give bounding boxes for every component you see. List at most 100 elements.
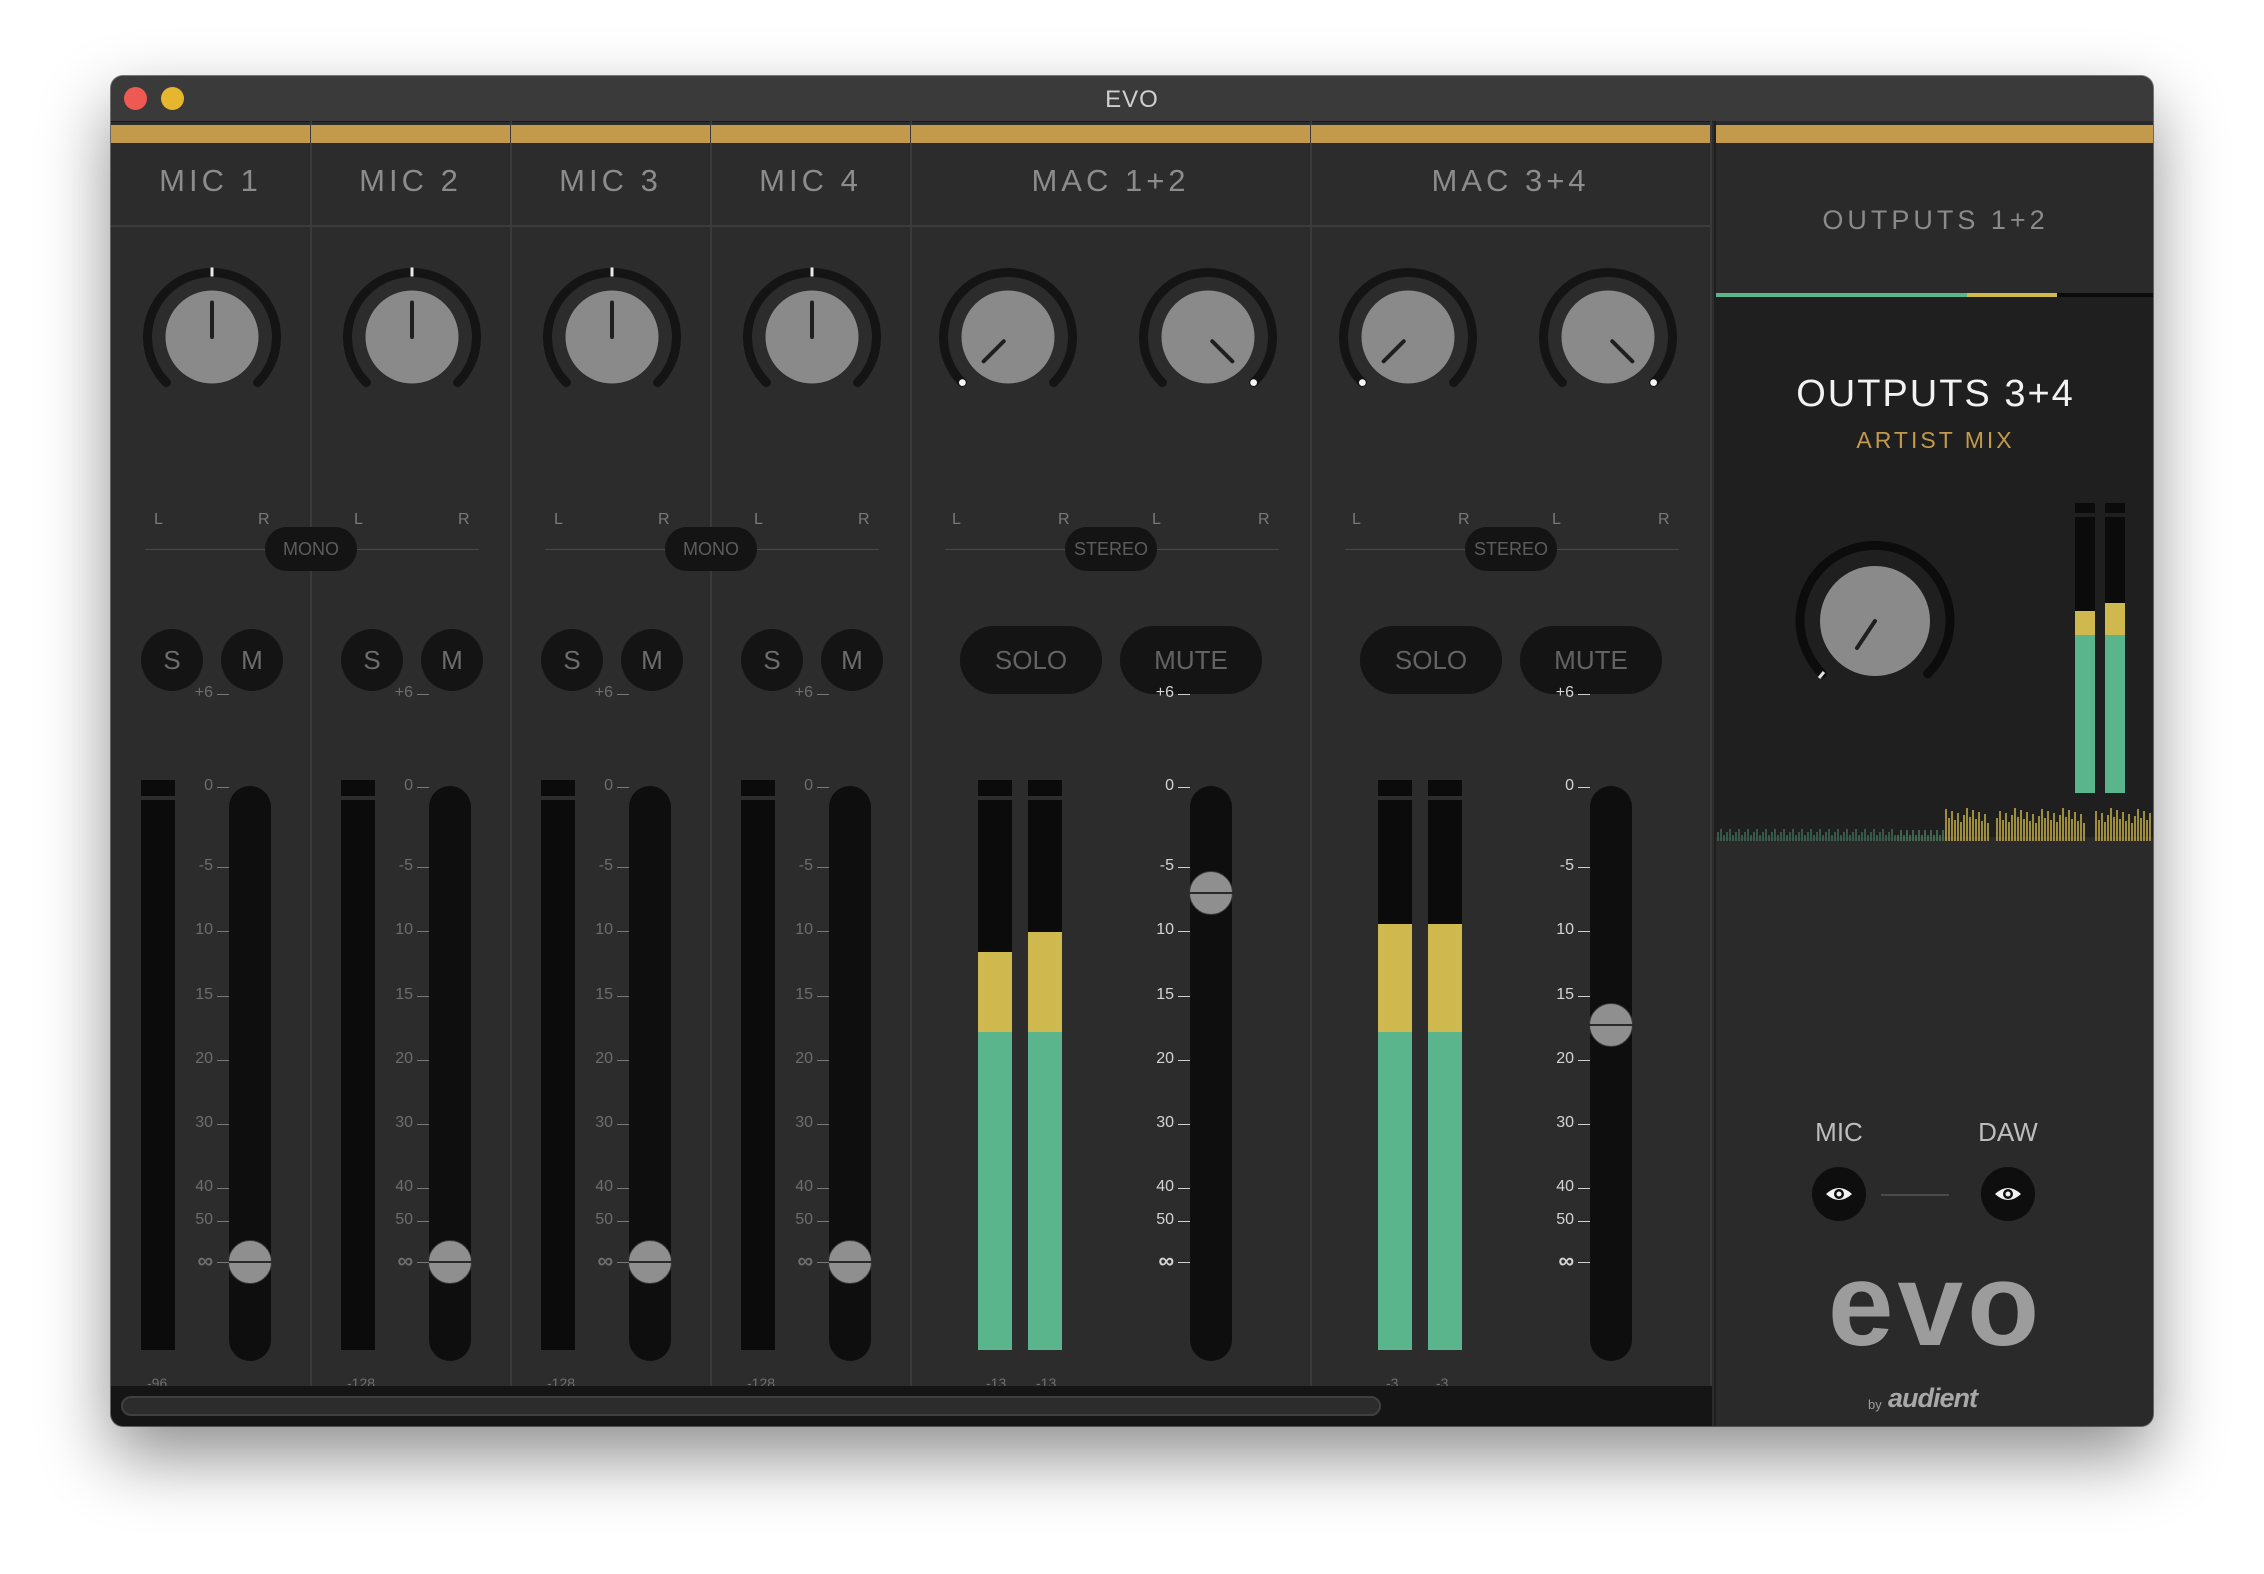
scale-tick-mark bbox=[1578, 1124, 1590, 1125]
scale-tick-label: 40 bbox=[595, 1178, 613, 1195]
mute-button[interactable]: M bbox=[821, 629, 883, 691]
level-meter bbox=[741, 780, 775, 1350]
channel-strip-mic-1: MIC 1 L R S M +6 0 -5 10 15 20 30 40 50 ∞ -96 bbox=[111, 121, 312, 1391]
stereo-link-mac-1-2[interactable]: STEREO bbox=[1065, 527, 1157, 571]
eye-icon bbox=[1826, 1188, 1852, 1200]
meter-green-segment bbox=[978, 1032, 1012, 1350]
pan-knob[interactable] bbox=[737, 262, 887, 412]
evo-window: EVO MIC 1 L R S M +6 0 -5 10 15 20 30 40 50 ∞ -96 MIC 2L… bbox=[111, 76, 2153, 1426]
scale-tick-label: 0 bbox=[204, 777, 213, 794]
level-meter bbox=[341, 780, 375, 1350]
header-divider bbox=[1311, 225, 1710, 227]
scale-tick-mark bbox=[1578, 1188, 1590, 1189]
meter-green-segment bbox=[1428, 1032, 1462, 1350]
pan-right-label: R bbox=[1658, 511, 1670, 528]
mute-button[interactable]: M bbox=[621, 629, 683, 691]
scale-tick-label: 0 bbox=[1165, 777, 1174, 794]
scale-tick-mark bbox=[217, 1124, 229, 1125]
scale-tick-label: -5 bbox=[798, 857, 813, 874]
mono-link-mic-1-2[interactable]: MONO bbox=[265, 527, 357, 571]
solo-button[interactable]: S bbox=[141, 629, 203, 691]
solo-button[interactable]: S bbox=[541, 629, 603, 691]
pan-right-label: R bbox=[858, 511, 870, 528]
channel-strip-mic-3: MIC 3 L R S M +6 0 -5 10 15 20 30 40 50 ∞ -128 bbox=[511, 121, 712, 1391]
fader-handle[interactable] bbox=[1188, 871, 1234, 915]
scale-tick-label: 50 bbox=[395, 1211, 413, 1228]
logo-by-text: by bbox=[1868, 1397, 1882, 1412]
fader-handle[interactable] bbox=[227, 1240, 273, 1284]
scale-tick-mark bbox=[817, 1124, 829, 1125]
mute-button[interactable]: M bbox=[221, 629, 283, 691]
fader-handle[interactable] bbox=[427, 1240, 473, 1284]
scale-tick-mark bbox=[817, 1188, 829, 1189]
pan-knob[interactable] bbox=[537, 262, 687, 412]
channel-accent-bar bbox=[111, 125, 310, 143]
scale-tick-mark bbox=[1178, 867, 1190, 868]
channel-accent-bar bbox=[711, 125, 910, 143]
scale-tick-mark bbox=[1178, 1124, 1190, 1125]
volume-fader[interactable] bbox=[1590, 786, 1632, 1361]
scale-tick-label: 10 bbox=[395, 921, 413, 938]
stereo-link-mac-3-4[interactable]: STEREO bbox=[1465, 527, 1557, 571]
pan-knob[interactable] bbox=[337, 262, 487, 412]
scale-tick-mark bbox=[1578, 931, 1590, 932]
outputs-accent-bar bbox=[1716, 125, 2153, 143]
horizontal-scrollbar[interactable] bbox=[111, 1386, 1712, 1426]
pan-right-knob[interactable] bbox=[1533, 262, 1683, 412]
level-meter bbox=[541, 780, 575, 1350]
meter-peak-cap bbox=[978, 780, 1012, 796]
scale-tick-mark bbox=[817, 931, 829, 932]
scale-tick-label: 50 bbox=[1156, 1211, 1174, 1228]
scale-tick-mark bbox=[1178, 931, 1190, 932]
scale-tick-label: 40 bbox=[1156, 1178, 1174, 1195]
tab-outputs-1-2[interactable]: OUTPUTS 1+2 bbox=[1716, 205, 2153, 236]
output-meter-left bbox=[2075, 503, 2095, 793]
mic-monitor-button[interactable] bbox=[1812, 1167, 1866, 1221]
scale-tick-mark bbox=[1578, 1262, 1590, 1263]
scale-tick-mark bbox=[217, 694, 229, 695]
scale-tick-mark bbox=[1178, 996, 1190, 997]
scale-tick-label: 10 bbox=[1556, 921, 1574, 938]
solo-button[interactable]: SOLO bbox=[1360, 626, 1502, 694]
pan-left-label: L bbox=[354, 511, 363, 528]
meter-cap-gap bbox=[741, 796, 775, 800]
scale-tick-mark bbox=[417, 931, 429, 932]
channel-accent-bar bbox=[911, 125, 1310, 143]
solo-button[interactable]: S bbox=[341, 629, 403, 691]
solo-button[interactable]: SOLO bbox=[960, 626, 1102, 694]
header-divider bbox=[111, 225, 310, 227]
output-volume-knob[interactable] bbox=[1780, 526, 1970, 716]
fader-handle[interactable] bbox=[627, 1240, 673, 1284]
scale-tick-mark bbox=[1578, 694, 1590, 695]
meter-peak-cap bbox=[541, 780, 575, 796]
scale-tick-label: ∞ bbox=[197, 1248, 213, 1273]
meter-yellow-segment bbox=[1428, 924, 1462, 1032]
scale-tick-mark bbox=[817, 1060, 829, 1061]
pan-left-knob[interactable] bbox=[933, 262, 1083, 412]
scale-tick-label: 15 bbox=[195, 986, 213, 1003]
fader-handle[interactable] bbox=[1588, 1003, 1634, 1047]
scale-tick-label: -5 bbox=[1559, 857, 1574, 874]
mono-link-mic-3-4[interactable]: MONO bbox=[665, 527, 757, 571]
scale-tick-label: ∞ bbox=[1158, 1248, 1174, 1273]
pan-left-knob[interactable] bbox=[1333, 262, 1483, 412]
fader-handle[interactable] bbox=[827, 1240, 873, 1284]
tab-outputs-3-4[interactable]: OUTPUTS 3+4 bbox=[1716, 373, 2153, 416]
channel-strip-mic-2: MIC 2 L R S M +6 0 -5 10 15 20 30 40 50 ∞ -128 bbox=[311, 121, 512, 1391]
pan-knob[interactable] bbox=[137, 262, 287, 412]
scale-tick-mark bbox=[217, 1221, 229, 1222]
pan-left-label: L bbox=[1352, 511, 1361, 528]
scale-tick-label: 15 bbox=[395, 986, 413, 1003]
solo-button[interactable]: S bbox=[741, 629, 803, 691]
pan-right-knob[interactable] bbox=[1133, 262, 1283, 412]
scale-tick-label: ∞ bbox=[797, 1248, 813, 1273]
scale-tick-mark bbox=[817, 1262, 829, 1263]
scale-tick-mark bbox=[417, 1124, 429, 1125]
channel-name: MIC 2 bbox=[359, 163, 462, 198]
daw-monitor-button[interactable] bbox=[1981, 1167, 2035, 1221]
mute-button[interactable]: M bbox=[421, 629, 483, 691]
pan-right-label: R bbox=[1258, 511, 1270, 528]
scale-tick-mark bbox=[1578, 1221, 1590, 1222]
scrollbar-thumb[interactable] bbox=[121, 1396, 1381, 1416]
meter-peak-cap bbox=[1378, 780, 1412, 796]
